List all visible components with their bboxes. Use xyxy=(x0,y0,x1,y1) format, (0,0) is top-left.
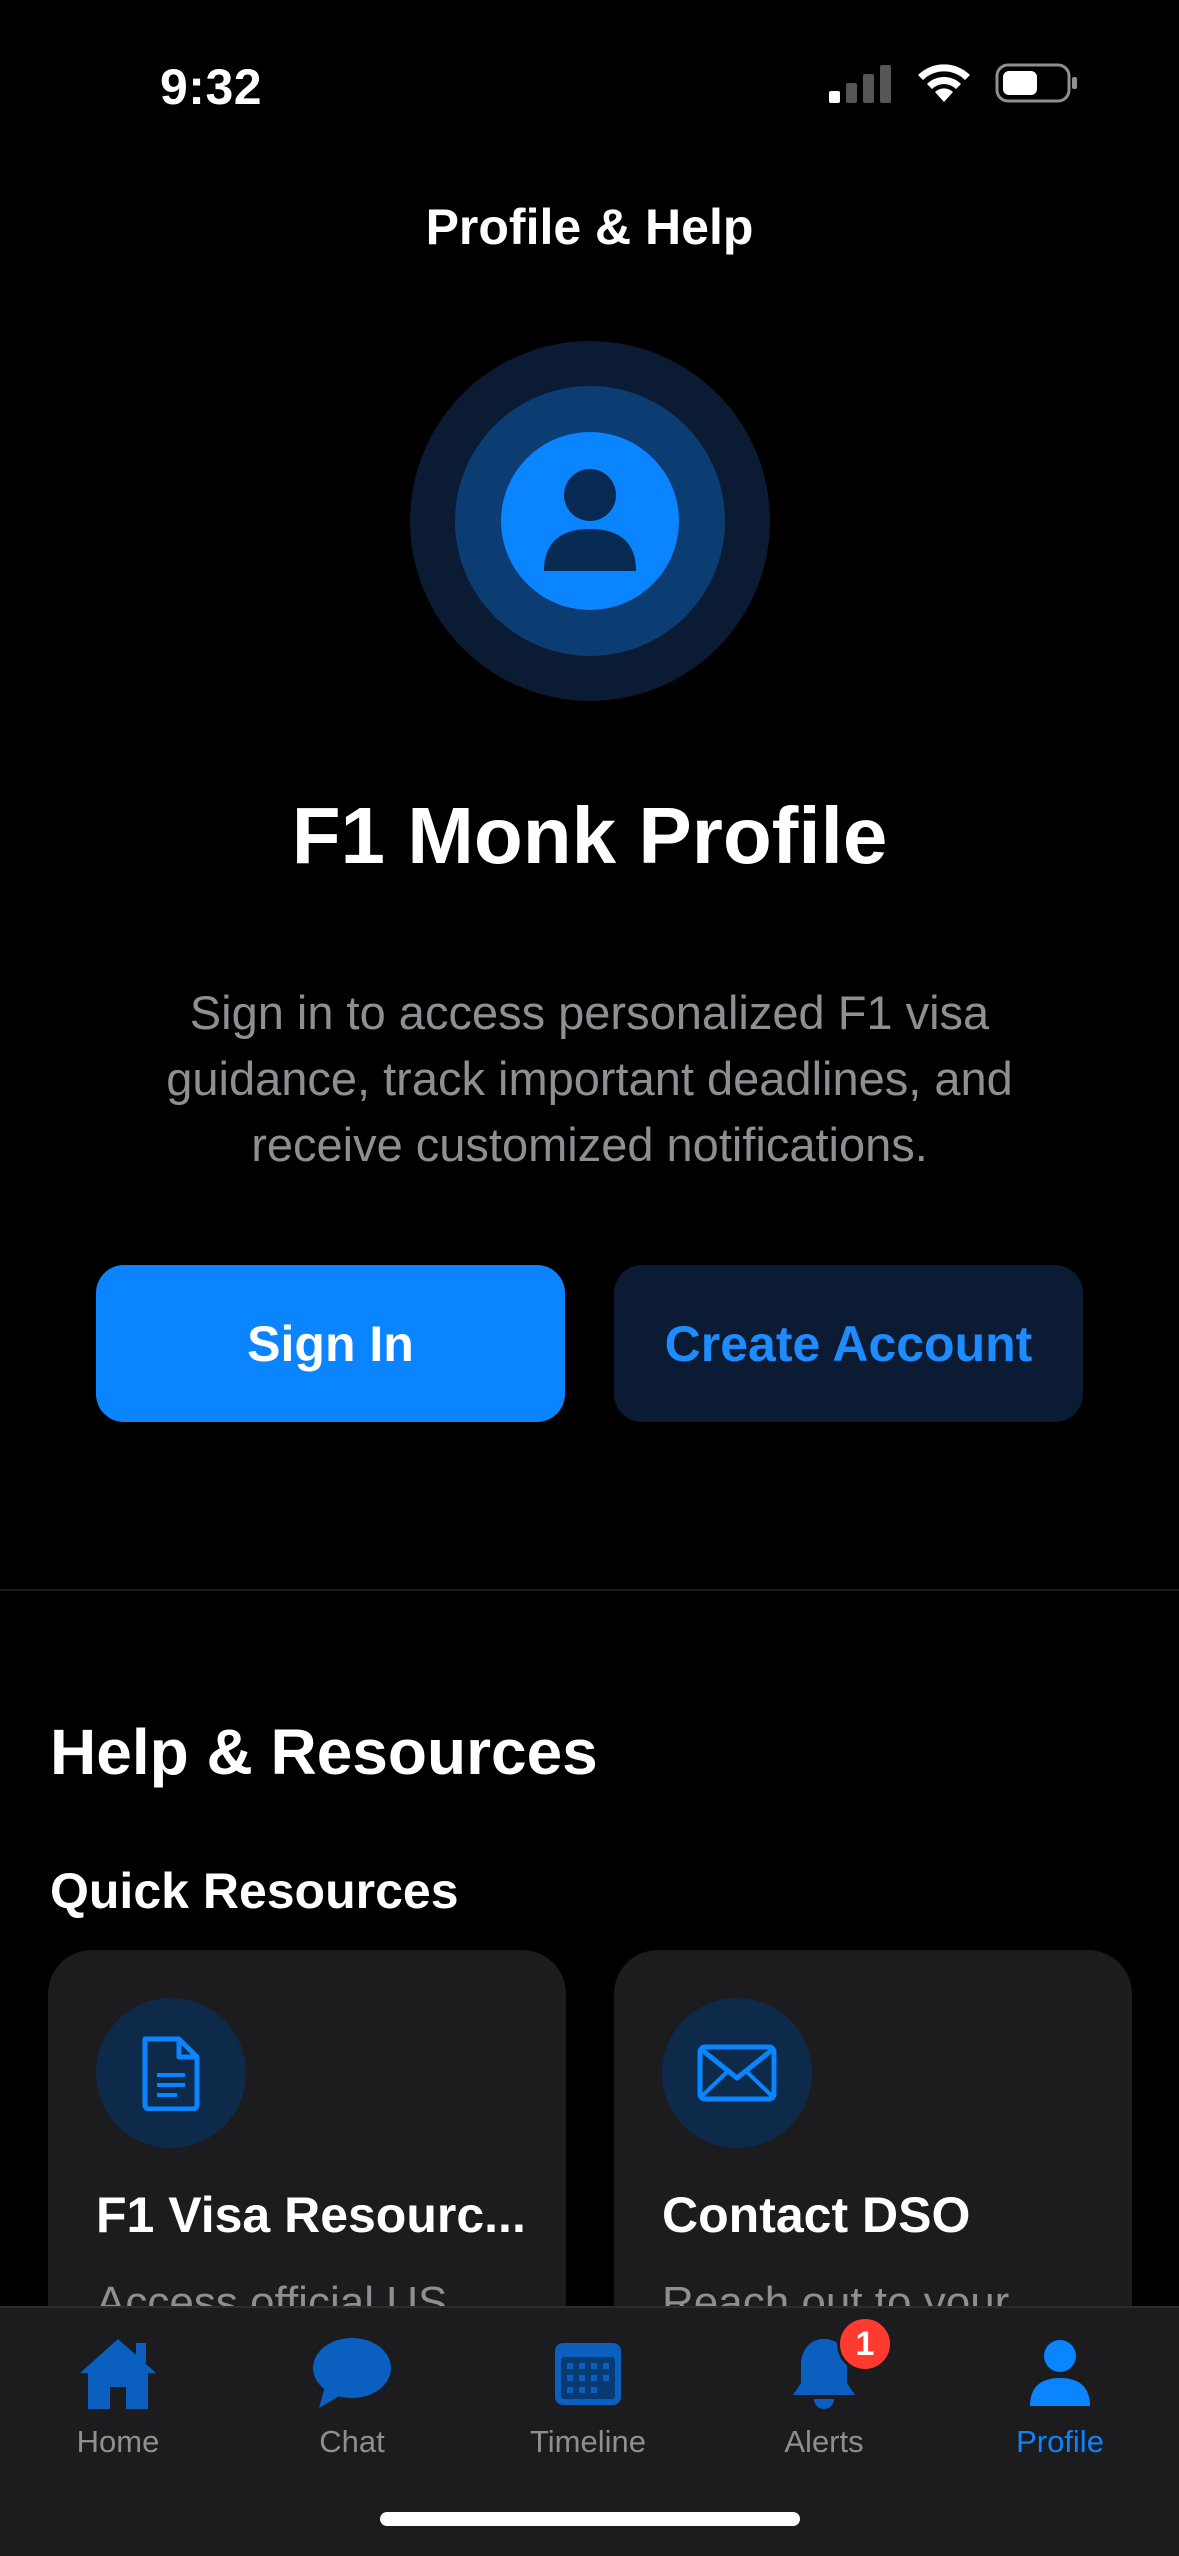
card-title: Contact DSO xyxy=(662,2187,971,2243)
person-icon xyxy=(540,467,640,576)
document-icon xyxy=(96,1998,246,2148)
status-icons xyxy=(829,62,1079,109)
tab-label: Chat xyxy=(319,2424,385,2459)
page-title: Profile & Help xyxy=(425,199,754,255)
tab-label: Alerts xyxy=(784,2424,864,2459)
tab-alerts[interactable]: 1 Alerts xyxy=(724,2316,924,2468)
house-icon xyxy=(76,2328,160,2418)
tab-profile[interactable]: Profile xyxy=(960,2328,1160,2468)
person-icon xyxy=(1028,2328,1092,2418)
divider xyxy=(0,1589,1179,1591)
tab-home[interactable]: Home xyxy=(18,2328,218,2468)
calendar-icon xyxy=(553,2328,623,2418)
status-time: 9:32 xyxy=(160,59,263,115)
tab-chat[interactable]: Chat xyxy=(252,2328,452,2468)
quick-resources-title: Quick Resources xyxy=(50,1863,459,1919)
tab-label: Profile xyxy=(1016,2424,1104,2459)
status-bar: 9:32 xyxy=(0,0,1179,170)
avatar xyxy=(410,341,770,701)
envelope-icon xyxy=(662,1998,812,2148)
bell-icon: 1 xyxy=(789,2316,893,2418)
help-section-title: Help & Resources xyxy=(50,1716,598,1788)
wifi-icon xyxy=(915,62,973,109)
tab-label: Home xyxy=(76,2424,160,2459)
home-indicator[interactable] xyxy=(380,2512,800,2526)
cellular-signal-icon xyxy=(829,63,893,108)
alerts-badge: 1 xyxy=(837,2316,893,2372)
profile-title: F1 Monk Profile xyxy=(291,791,888,880)
tab-timeline[interactable]: Timeline xyxy=(488,2328,688,2468)
tab-label: Timeline xyxy=(530,2424,646,2459)
chat-bubble-icon xyxy=(311,2328,393,2418)
card-title: F1 Visa Resourc... xyxy=(96,2187,526,2243)
create-account-button[interactable]: Create Account xyxy=(614,1265,1083,1422)
sign-in-button[interactable]: Sign In xyxy=(96,1265,565,1422)
battery-icon xyxy=(995,62,1079,109)
profile-description: Sign in to access personalized F1 visa g… xyxy=(166,986,1013,1171)
